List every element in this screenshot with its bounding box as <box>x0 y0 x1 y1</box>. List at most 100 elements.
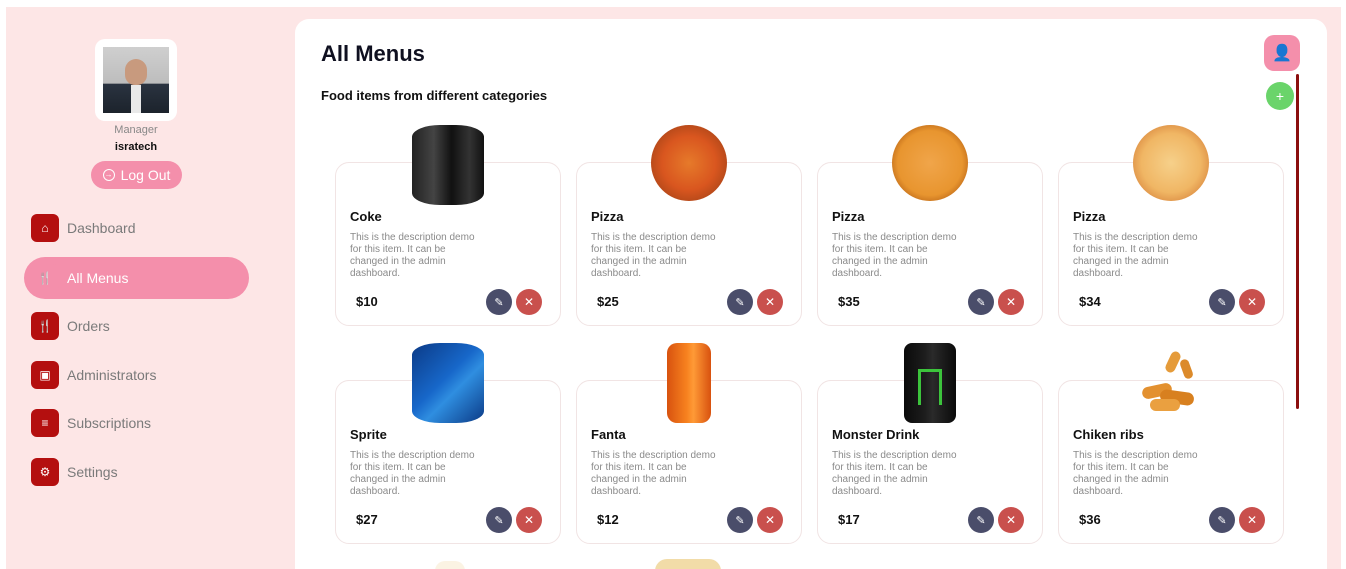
sidebar-item-label: Settings <box>67 464 118 480</box>
item-description: This is the description demo for this it… <box>591 232 716 279</box>
delete-button[interactable]: ✕ <box>516 289 542 315</box>
menu-card: Pizza This is the description demo for t… <box>1058 125 1284 326</box>
partial-food-image <box>435 561 465 569</box>
user-check-button[interactable]: 👤 <box>1264 35 1300 71</box>
sidebar-item-label: Dashboard <box>67 220 136 236</box>
edit-icon: ✎ <box>494 296 504 309</box>
item-description: This is the description demo for this it… <box>591 450 716 497</box>
sidebar-item-orders[interactable]: 🍴 Orders <box>24 305 249 347</box>
item-name: Pizza <box>832 209 865 224</box>
edit-button[interactable]: ✎ <box>486 507 512 533</box>
delete-button[interactable]: ✕ <box>998 289 1024 315</box>
avatar <box>95 39 177 121</box>
sidebar-item-label: Orders <box>67 318 110 334</box>
fanta-can-image <box>667 343 711 423</box>
delete-button[interactable]: ✕ <box>516 507 542 533</box>
chicken-image <box>1136 347 1206 419</box>
gear-icon: ⚙ <box>31 458 59 486</box>
close-circle-icon: ✕ <box>1246 513 1258 527</box>
item-price: $17 <box>838 512 860 527</box>
menu-card: Sprite This is the description demo for … <box>335 343 561 544</box>
item-price: $25 <box>597 294 619 309</box>
edit-button[interactable]: ✎ <box>968 289 994 315</box>
pizza-image <box>1133 125 1209 201</box>
delete-button[interactable]: ✕ <box>757 507 783 533</box>
item-name: Fanta <box>591 427 626 442</box>
sidebar-item-subscriptions[interactable]: ≡ Subscriptions <box>24 402 249 444</box>
item-description: This is the description demo for this it… <box>1073 232 1198 279</box>
item-price: $34 <box>1079 294 1101 309</box>
item-name: Pizza <box>1073 209 1106 224</box>
close-circle-icon: ✕ <box>764 295 776 309</box>
item-price: $27 <box>356 512 378 527</box>
sprite-can-image <box>412 343 484 423</box>
edit-button[interactable]: ✎ <box>1209 507 1235 533</box>
main-panel: All Menus Food items from different cate… <box>295 19 1327 569</box>
sidebar-item-administrators[interactable]: ▣ Administrators <box>24 354 249 396</box>
edit-button[interactable]: ✎ <box>727 507 753 533</box>
delete-button[interactable]: ✕ <box>998 507 1024 533</box>
plus-circle-icon: + <box>1275 88 1285 104</box>
list-icon: ≡ <box>31 409 59 437</box>
sidebar-item-dashboard[interactable]: ⌂ Dashboard <box>24 207 249 249</box>
id-card-icon: ▣ <box>31 361 59 389</box>
edit-icon: ✎ <box>976 514 986 527</box>
delete-button[interactable]: ✕ <box>757 289 783 315</box>
close-circle-icon: ✕ <box>764 513 776 527</box>
menu-card: Pizza This is the description demo for t… <box>576 125 802 326</box>
delete-button[interactable]: ✕ <box>1239 507 1265 533</box>
sidebar-item-all-menus[interactable]: 🍴 All Menus <box>24 257 249 299</box>
close-circle-icon: ✕ <box>523 295 535 309</box>
item-description: This is the description demo for this it… <box>1073 450 1198 497</box>
edit-icon: ✎ <box>1217 514 1227 527</box>
scrollbar[interactable] <box>1296 74 1299 409</box>
page-title: All Menus <box>321 41 425 66</box>
avatar-photo <box>103 47 169 113</box>
item-description: This is the description demo for this it… <box>350 450 475 497</box>
partial-food-image <box>655 559 721 569</box>
delete-button[interactable]: ✕ <box>1239 289 1265 315</box>
edit-button[interactable]: ✎ <box>968 507 994 533</box>
add-item-button[interactable]: + <box>1266 82 1294 110</box>
logout-icon: → <box>102 169 115 181</box>
page-subtitle: Food items from different categories <box>321 88 548 103</box>
item-price: $36 <box>1079 512 1101 527</box>
item-price: $10 <box>356 294 378 309</box>
close-circle-icon: ✕ <box>1005 513 1017 527</box>
item-name: Sprite <box>350 427 387 442</box>
edit-icon: ✎ <box>976 296 986 309</box>
sidebar-item-label: All Menus <box>67 270 129 286</box>
sidebar-item-label: Administrators <box>67 367 157 383</box>
item-name: Coke <box>350 209 382 224</box>
sidebar: Manager isratech → Log Out ⌂ Dashboard 🍴… <box>6 7 268 569</box>
username: isratech <box>114 141 158 153</box>
close-circle-icon: ✕ <box>1005 295 1017 309</box>
item-description: This is the description demo for this it… <box>832 450 957 497</box>
edit-button[interactable]: ✎ <box>1209 289 1235 315</box>
item-name: Monster Drink <box>832 427 920 442</box>
logout-button[interactable]: → Log Out <box>91 161 182 189</box>
home-icon: ⌂ <box>31 214 59 242</box>
sidebar-item-settings[interactable]: ⚙ Settings <box>24 451 249 493</box>
coke-can-image <box>412 125 484 205</box>
sidebar-item-label: Subscriptions <box>67 415 152 431</box>
logout-label: Log Out <box>120 167 171 183</box>
pizza-image <box>892 125 968 201</box>
edit-icon: ✎ <box>735 296 745 309</box>
menu-card: Monster Drink This is the description de… <box>817 343 1043 544</box>
menu-card: Fanta This is the description demo for t… <box>576 343 802 544</box>
edit-icon: ✎ <box>494 514 504 527</box>
utensils-icon: 🍴 <box>31 312 59 340</box>
edit-button[interactable]: ✎ <box>486 289 512 315</box>
item-name: Chiken ribs <box>1073 427 1144 442</box>
utensils-icon: 🍴 <box>31 264 59 292</box>
monster-logo <box>918 369 942 405</box>
item-description: This is the description demo for this it… <box>832 232 957 279</box>
close-circle-icon: ✕ <box>1246 295 1258 309</box>
pizza-image <box>651 125 727 201</box>
menu-card: Pizza This is the description demo for t… <box>817 125 1043 326</box>
edit-button[interactable]: ✎ <box>727 289 753 315</box>
menu-card: Chiken ribs This is the description demo… <box>1058 349 1284 544</box>
menu-card: Coke This is the description demo for th… <box>335 125 561 326</box>
close-circle-icon: ✕ <box>523 513 535 527</box>
